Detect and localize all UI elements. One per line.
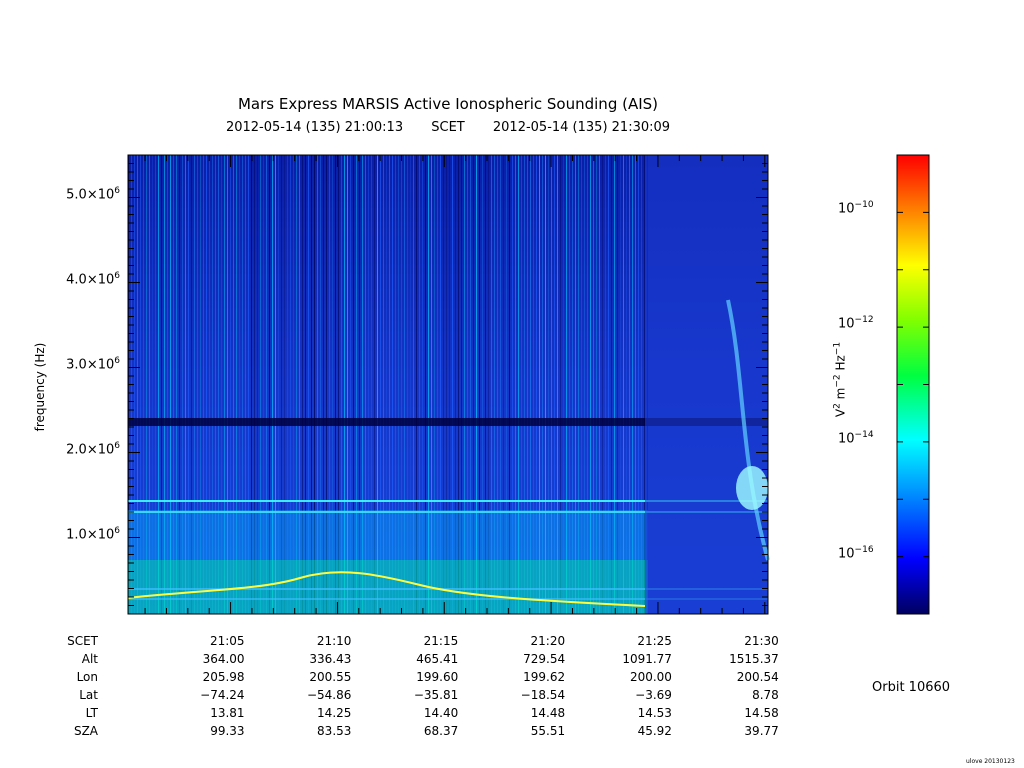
ephemeris-cell: 39.77 xyxy=(744,724,779,738)
ephemeris-cell: 199.62 xyxy=(523,670,566,684)
ephemeris-cell: −54.86 xyxy=(306,688,352,702)
colorbar-tick-label: 10−16 xyxy=(838,544,874,561)
ephemeris-cell: 336.43 xyxy=(309,652,352,666)
ephemeris-cell: −3.69 xyxy=(635,688,672,702)
ephemeris-row-label: LT xyxy=(85,706,98,720)
ephemeris-cell: 99.33 xyxy=(210,724,245,738)
ephemeris-cell: 200.55 xyxy=(309,670,352,684)
ephemeris-cell: 21:10 xyxy=(316,634,352,648)
ephemeris-cell: −18.54 xyxy=(520,688,566,702)
y-tick-label: 5.0×106 xyxy=(66,185,120,202)
ephemeris-cell: 21:20 xyxy=(530,634,566,648)
ephemeris-cell: 199.60 xyxy=(416,670,459,684)
ephemeris-cell: 68.37 xyxy=(423,724,459,738)
ephemeris-cell: 205.98 xyxy=(202,670,245,684)
ephemeris-cell: 200.00 xyxy=(629,670,672,684)
ephemeris-cell: 465.41 xyxy=(416,652,459,666)
orbit-label: Orbit 10660 xyxy=(872,680,951,695)
ephemeris-row-label: Lat xyxy=(79,688,98,702)
ephemeris-cell: 21:15 xyxy=(423,634,459,648)
ephemeris-cell: −74.24 xyxy=(200,688,245,702)
ephemeris-cell: 83.53 xyxy=(317,724,352,738)
ephemeris-cell: 13.81 xyxy=(210,706,245,720)
ephemeris-cell: 21:30 xyxy=(744,634,779,648)
ephemeris-cell: 200.54 xyxy=(736,670,779,684)
ephemeris-cell: 45.92 xyxy=(637,724,672,738)
colorbar-tick-label: 10−10 xyxy=(838,200,874,217)
ephemeris-row-label: Alt xyxy=(81,652,98,666)
ephemeris-cell: 14.25 xyxy=(317,706,352,720)
lowfreq-region-bright xyxy=(128,560,648,614)
ephemeris-cell: 14.48 xyxy=(530,706,566,720)
ephemeris-cell: 8.78 xyxy=(752,688,779,702)
ephemeris-cell: 21:05 xyxy=(209,634,245,648)
ephemeris-cell: 14.53 xyxy=(637,706,672,720)
y-tick-label: 4.0×106 xyxy=(66,270,120,287)
ephemeris-cell: 14.58 xyxy=(744,706,779,720)
ephemeris-cell: 55.51 xyxy=(530,724,566,738)
footer-credit: ulove 20130123 xyxy=(966,758,1015,765)
y-tick-label: 1.0×106 xyxy=(66,525,120,542)
ephemeris-cell: 21:25 xyxy=(637,634,672,648)
ephemeris-cell: −35.81 xyxy=(413,688,459,702)
ephemeris-cell: 364.00 xyxy=(202,652,245,666)
ephemeris-cell: 1091.77 xyxy=(622,652,672,666)
ephemeris-cell: 14.40 xyxy=(423,706,459,720)
ephemeris-row-label: SZA xyxy=(73,724,98,738)
ephemeris-cell: 729.54 xyxy=(523,652,566,666)
colorbar-label: V2 m−2 Hz−1 xyxy=(832,341,848,418)
quiet-region xyxy=(645,155,768,614)
ephemeris-cell: 1515.37 xyxy=(729,652,779,666)
y-axis-label: frequency (Hz) xyxy=(33,342,47,432)
ephemeris-row-label: Lon xyxy=(76,670,98,684)
ephemeris-row-label: SCET xyxy=(67,634,98,648)
